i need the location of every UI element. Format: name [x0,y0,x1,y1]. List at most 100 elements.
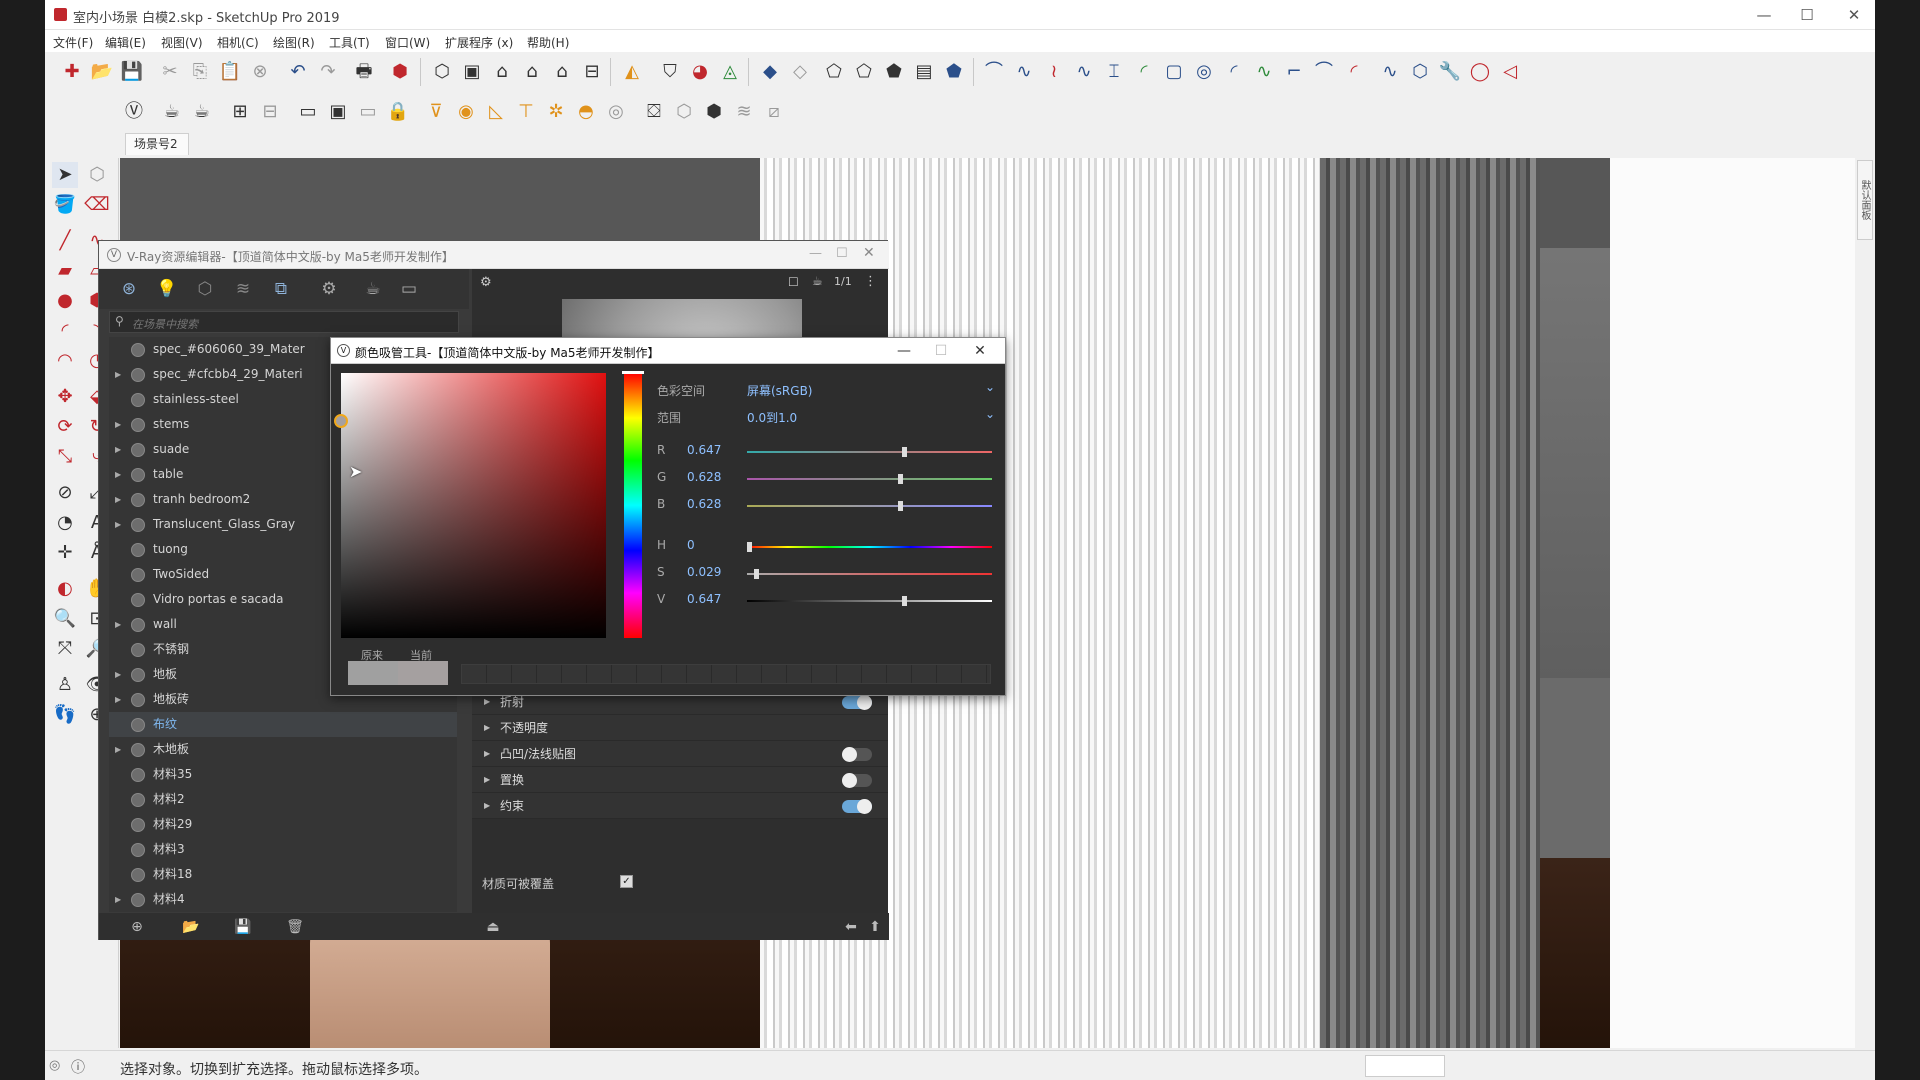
right-view-icon[interactable]: ⌂ [519,59,545,85]
rotate-tool-icon[interactable]: ⟳ [52,414,78,440]
materials-category-icon[interactable]: ⊛ [117,277,141,301]
tape-measure-icon[interactable]: ⊘ [52,480,78,506]
vray-omni-light-icon[interactable]: ✲ [543,99,569,125]
tool-wrench-icon[interactable]: 🔧 [1437,59,1463,85]
chevron-down-icon[interactable]: ⌄ [985,407,995,421]
expand-arrow-icon[interactable]: ▶ [115,512,121,537]
print-icon[interactable]: 🖶 [351,59,377,85]
channel-slider[interactable] [747,569,992,579]
eraser-icon[interactable]: ⌫ [84,192,110,218]
spiral-icon[interactable]: ◎ [1191,59,1217,85]
expand-arrow-icon[interactable]: ▶ [115,737,121,762]
property-toggle[interactable] [842,695,872,710]
instructor-icon[interactable]: ⓘ [71,1057,85,1077]
channel-slider[interactable] [747,596,992,606]
circle-red-icon[interactable]: ◯ [1467,59,1493,85]
channel-value-field[interactable]: 0 [687,538,695,552]
open-folder-icon[interactable]: 📂 [89,59,115,85]
new-file-icon[interactable]: ✚ [59,59,85,85]
vray-render-icon[interactable]: ☕ [159,99,185,125]
monochrome-icon[interactable]: ⬟ [941,59,967,85]
menu-help[interactable]: 帮助(H) [527,34,569,51]
union-icon[interactable]: ◕ [687,59,713,85]
vray-clipper-icon[interactable]: ⧄ [761,99,787,125]
scene-tab[interactable]: 场景号2 [125,133,189,155]
vray-logo-icon[interactable]: Ⓥ [121,99,147,125]
material-list-item[interactable]: 材料35 [109,762,457,787]
close-button[interactable]: ✕ [1839,4,1869,26]
picker-close-button[interactable]: ✕ [967,341,993,361]
make-component-icon[interactable]: ⬡ [84,162,110,188]
saturation-value-field[interactable] [341,373,606,638]
color-space-dropdown[interactable]: 屏幕(sRGB) [747,382,813,399]
material-list-item[interactable]: 材料29 [109,812,457,837]
vray-ies-light-icon[interactable]: ⊤ [513,99,539,125]
zigzag-icon[interactable]: ∿ [1251,59,1277,85]
vray-maximize-button[interactable]: ☐ [836,246,848,261]
expand-arrow-icon[interactable]: ▶ [115,887,121,912]
curve-tool-3-icon[interactable]: ≀ [1041,59,1067,85]
geometry-category-icon[interactable]: ⬡ [193,277,217,301]
shaded-textures-icon[interactable]: ▤ [911,59,937,85]
channel-value-field[interactable]: 0.647 [687,443,721,457]
move-tool-icon[interactable]: ✥ [52,384,78,410]
undo-icon[interactable]: ↶ [285,59,311,85]
curve-tool-4-icon[interactable]: ∿ [1071,59,1097,85]
slider-knob[interactable] [747,542,752,552]
expand-arrow-icon[interactable]: ▶ [484,767,490,793]
property-toggle[interactable] [842,747,872,762]
more-menu-icon[interactable]: ⋮ [864,274,877,289]
color-cursor[interactable] [334,414,348,428]
axes-tool-icon[interactable]: ✛ [52,540,78,566]
paste-icon[interactable]: 📋 [217,59,243,85]
property-rollout[interactable]: ▶ 不透明度 [472,715,888,741]
slider-knob[interactable] [902,447,907,457]
property-rollout[interactable]: ▶ 置换 [472,767,888,793]
menu-draw[interactable]: 绘图(R) [273,34,315,51]
vray-export-proxy-icon[interactable]: ⬢ [701,99,727,125]
expand-arrow-icon[interactable]: ▶ [115,487,121,512]
up-arrow-icon[interactable]: ⬆ [865,917,885,937]
expand-arrow-icon[interactable]: ▶ [115,437,121,462]
slider-knob[interactable] [898,474,903,484]
saved-colors-strip[interactable] [461,664,991,684]
cut-icon[interactable]: ✂ [157,59,183,85]
hidden-line-icon[interactable]: ⬠ [851,59,877,85]
circle-tool-icon[interactable]: ● [52,288,78,314]
sandbox-icon[interactable]: ◬ [717,59,743,85]
channel-value-field[interactable]: 0.647 [687,592,721,606]
save-asset-icon[interactable]: 💾 [233,917,253,937]
property-rollout[interactable]: ▶ 凸凹/法线贴图 [472,741,888,767]
expand-arrow-icon[interactable]: ▶ [115,612,121,637]
menu-camera[interactable]: 相机(C) [217,34,259,51]
vray-search-bar[interactable]: ⚲ 在场景中搜索 [109,311,459,333]
slider-knob[interactable] [754,569,759,579]
vray-lock-icon[interactable]: 🔒 [385,99,411,125]
redo-icon[interactable]: ↷ [315,59,341,85]
left-view-icon[interactable]: ⊟ [579,59,605,85]
vray-proxy-icon[interactable]: ⬡ [671,99,697,125]
channel-value-field[interactable]: 0.029 [687,565,721,579]
expand-arrow-icon[interactable]: ▶ [484,741,490,767]
channel-slider[interactable] [747,501,992,511]
menu-view[interactable]: 视图(V) [161,34,203,51]
paint-bucket-icon[interactable]: 🪣 [52,192,78,218]
slider-knob[interactable] [902,596,907,606]
channel-slider[interactable] [747,542,992,552]
select-tool-icon[interactable]: ➤ [52,162,78,188]
cone-red-icon[interactable]: ◁ [1497,59,1523,85]
iso-view-icon[interactable]: ⬡ [429,59,455,85]
curve-tool-1-icon[interactable]: ⌒ [981,59,1007,85]
fillet-icon[interactable]: ⌐ [1281,59,1307,85]
delete-asset-icon[interactable]: 🗑 [285,917,305,937]
back-view-icon[interactable]: ⌂ [549,59,575,85]
vray-dome-light-icon[interactable]: ◓ [573,99,599,125]
purge-icon[interactable]: ⏏ [483,917,503,937]
model-info-icon[interactable]: ⬢ [387,59,413,85]
orbit-tool-icon[interactable]: ◐ [52,576,78,602]
property-toggle[interactable] [842,799,872,814]
override-checkbox[interactable]: ✓ [620,875,633,888]
three-point-arc-icon[interactable]: ◠ [52,348,78,374]
material-list-item[interactable]: 材料18 [109,862,457,887]
zoom-extents-icon[interactable]: ⤧ [52,636,78,662]
